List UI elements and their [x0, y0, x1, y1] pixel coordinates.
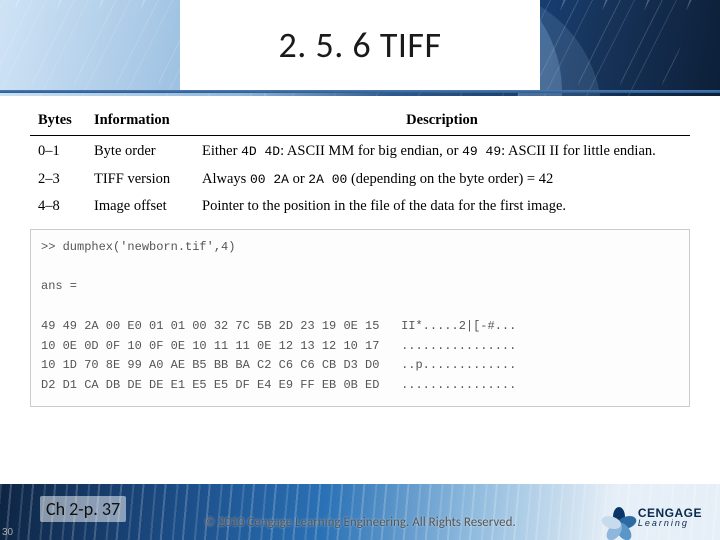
code: 4D 4D	[241, 144, 280, 159]
hex-ans: ans =	[41, 279, 77, 293]
slide: 2. 5. 6 TIFF Bytes Information Descripti…	[0, 0, 720, 540]
hex-ascii: ................	[401, 339, 516, 353]
cell-bytes: 2–3	[30, 164, 86, 192]
cell-desc: Either 4D 4D: ASCII MM for big endian, o…	[194, 136, 690, 164]
slide-title: 2. 5. 6 TIFF	[180, 0, 540, 90]
text: Either	[202, 143, 241, 159]
table-row: 2–3 TIFF version Always 00 2A or 2A 00 (…	[30, 164, 690, 192]
logo-icon	[606, 504, 632, 530]
hex-ascii: II*.....2|[-#...	[401, 319, 516, 333]
table-row: 0–1 Byte order Either 4D 4D: ASCII MM fo…	[30, 136, 690, 164]
logo-text: CENGAGE Learning	[638, 507, 702, 528]
hex-bytes: 10 1D 70 8E 99 A0 AE B5 BB BA C2 C6 C6 C…	[41, 358, 379, 372]
cell-bytes: 4–8	[30, 191, 86, 219]
cell-info: Byte order	[86, 136, 194, 164]
cell-info: TIFF version	[86, 164, 194, 192]
hex-ascii: ..p.............	[401, 358, 516, 372]
code: 2A 00	[308, 172, 347, 187]
col-information: Information	[86, 108, 194, 136]
code: 49 49	[462, 144, 501, 159]
hex-ascii: ................	[401, 378, 516, 392]
hex-bytes: 49 49 2A 00 E0 01 01 00 32 7C 5B 2D 23 1…	[41, 319, 379, 333]
hex-line: 10 1D 70 8E 99 A0 AE B5 BB BA C2 C6 C6 C…	[41, 358, 516, 372]
hex-line: D2 D1 CA DB DE DE E1 E5 E5 DF E4 E9 FF E…	[41, 378, 516, 392]
code: 00 2A	[250, 172, 289, 187]
col-bytes: Bytes	[30, 108, 86, 136]
text: Always	[202, 171, 250, 187]
hex-command: >> dumphex('newborn.tif',4)	[41, 240, 235, 254]
hex-line: 49 49 2A 00 E0 01 01 00 32 7C 5B 2D 23 1…	[41, 319, 516, 333]
hex-bytes: 10 0E 0D 0F 10 0F 0E 10 11 11 0E 12 13 1…	[41, 339, 379, 353]
col-description: Description	[194, 108, 690, 136]
hex-bytes: D2 D1 CA DB DE DE E1 E5 E5 DF E4 E9 FF E…	[41, 378, 379, 392]
cengage-logo: CENGAGE Learning	[606, 504, 702, 530]
text: : ASCII II for little endian.	[501, 143, 656, 159]
tiff-header-table: Bytes Information Description 0–1 Byte o…	[30, 108, 690, 219]
cell-desc: Pointer to the position in the file of t…	[194, 191, 690, 219]
cell-info: Image offset	[86, 191, 194, 219]
logo-subbrand: Learning	[638, 519, 702, 528]
hex-line: 10 0E 0D 0F 10 0F 0E 10 11 11 0E 12 13 1…	[41, 339, 516, 353]
content-area: Bytes Information Description 0–1 Byte o…	[30, 108, 690, 407]
cell-desc: Always 00 2A or 2A 00 (depending on the …	[194, 164, 690, 192]
cell-bytes: 0–1	[30, 136, 86, 164]
text: or	[289, 171, 308, 187]
slide-number: 30	[2, 527, 13, 538]
table-row: 4–8 Image offset Pointer to the position…	[30, 191, 690, 219]
hex-dump: >> dumphex('newborn.tif',4) ans = 49 49 …	[30, 229, 690, 407]
text: : ASCII MM for big endian, or	[280, 143, 462, 159]
title-underline	[0, 90, 720, 93]
text: (depending on the byte order) = 42	[347, 171, 553, 187]
